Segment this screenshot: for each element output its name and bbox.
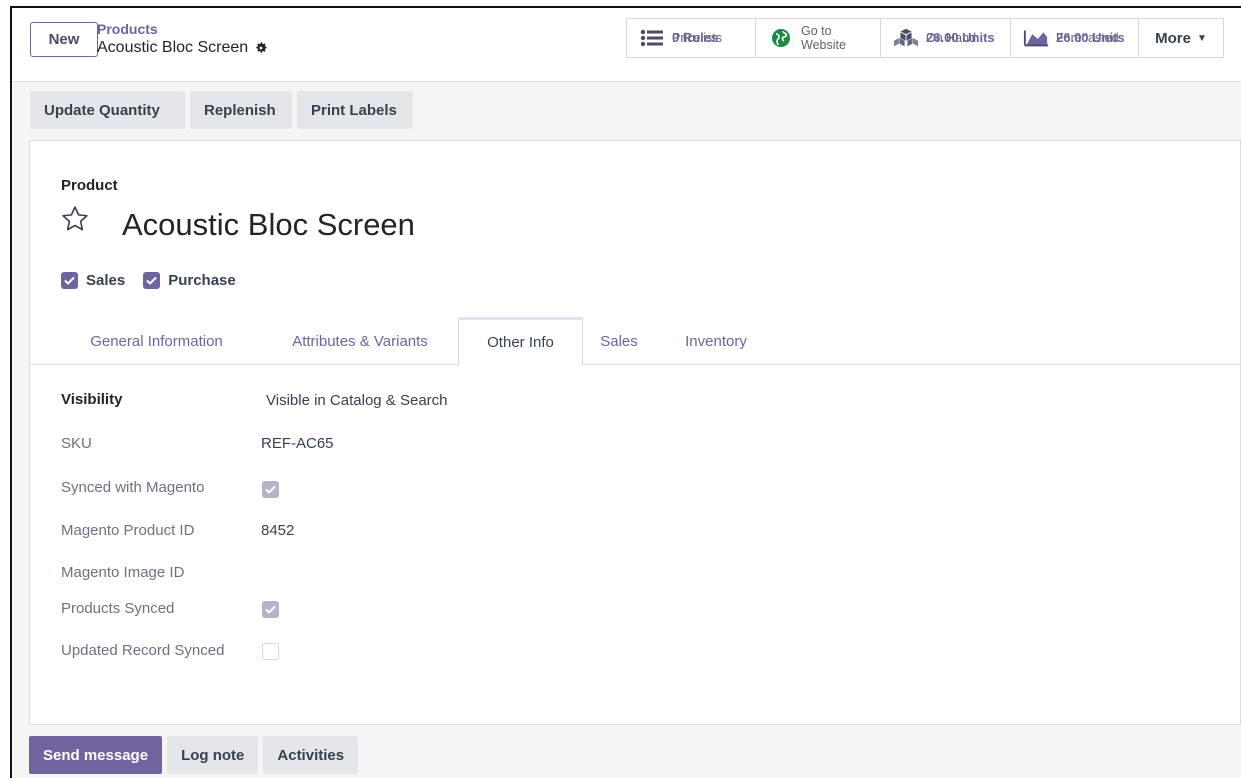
product-name[interactable]: Acoustic Bloc Screen	[122, 207, 415, 243]
check-icon	[265, 605, 276, 614]
purchase-checkbox[interactable]	[143, 272, 161, 289]
sales-label: Sales	[86, 272, 126, 289]
magento-product-id-value[interactable]: 8452	[261, 522, 294, 539]
stat-value: 26.00 Units	[926, 30, 995, 45]
send-message-button[interactable]: Send message	[29, 736, 163, 774]
star-icon[interactable]	[60, 204, 90, 234]
visibility-label: Visibility	[61, 391, 123, 408]
products-synced-checkbox[interactable]	[262, 601, 279, 618]
stat-pricelists[interactable]: Pricelists 0 Rules	[626, 18, 756, 58]
tab-inventory[interactable]: Inventory	[661, 317, 771, 365]
visibility-value[interactable]: Visible in Catalog & Search	[266, 392, 448, 409]
stat-value: Website	[801, 38, 846, 52]
updated-record-synced-checkbox[interactable]	[262, 643, 279, 660]
magento-product-id-label: Magento Product ID	[61, 522, 195, 539]
purchase-option: Purchase	[143, 272, 236, 289]
synced-magento-checkbox[interactable]	[262, 481, 279, 498]
new-button[interactable]: New	[30, 22, 98, 57]
synced-magento-label: Synced with Magento	[61, 479, 205, 496]
print-labels-button[interactable]: Print Labels	[297, 91, 413, 129]
log-note-button[interactable]: Log note	[167, 736, 259, 774]
purchase-label: Purchase	[168, 272, 236, 289]
caret-down-icon: ▼	[1196, 32, 1207, 44]
breadcrumb-products[interactable]: Products	[97, 21, 158, 37]
cubes-icon	[893, 27, 919, 49]
sales-option: Sales	[61, 272, 125, 289]
gear-icon[interactable]	[254, 41, 268, 55]
stat-value: 0 Rules	[672, 30, 719, 45]
stat-label: Go to	[801, 24, 832, 38]
breadcrumb-current-label: Acoustic Bloc Screen	[97, 39, 249, 56]
check-icon	[146, 276, 157, 285]
notebook-tabs: General Information Attributes & Variant…	[30, 317, 1241, 366]
check-icon	[265, 485, 276, 494]
activities-button[interactable]: Activities	[263, 736, 359, 774]
form-sheet: Product Acoustic Bloc Screen Sales Purch…	[29, 140, 1241, 725]
app-frame: New Products Acoustic Bloc Screen Pricel…	[10, 6, 1241, 778]
sales-checkbox[interactable]	[61, 272, 78, 289]
globe-icon	[768, 27, 794, 49]
tab-general-information[interactable]: General Information	[64, 317, 249, 365]
tab-attributes-variants[interactable]: Attributes & Variants	[265, 317, 455, 365]
stat-website[interactable]: Go to Website	[755, 18, 881, 58]
more-label: More	[1155, 29, 1191, 47]
check-icon	[64, 276, 75, 285]
update-quantity-button[interactable]: Update Quantity	[30, 91, 185, 129]
product-label: Product	[61, 177, 118, 194]
tab-sales[interactable]: Sales	[590, 317, 648, 365]
area-chart-icon	[1023, 27, 1049, 49]
chatter-bar: Send message Log note Activities	[29, 736, 359, 774]
replenish-button[interactable]: Replenish	[190, 91, 292, 129]
magento-image-id-label: Magento Image ID	[61, 564, 185, 581]
stat-value: 26.00 Units	[1056, 30, 1125, 45]
breadcrumb-current: Acoustic Bloc Screen	[97, 39, 268, 57]
list-icon	[639, 27, 665, 49]
sku-value[interactable]: REF-AC65	[261, 435, 334, 452]
product-options: Sales Purchase	[61, 272, 236, 289]
more-dropdown[interactable]: More ▼	[1138, 18, 1224, 58]
control-panel: New Products Acoustic Bloc Screen Pricel…	[12, 8, 1241, 82]
products-synced-label: Products Synced	[61, 600, 175, 617]
sku-label: SKU	[61, 435, 92, 452]
stat-on-hand[interactable]: On Hand 26.00 Units	[880, 18, 1011, 58]
stat-forecasted[interactable]: Forecasted 26.00 Units	[1010, 18, 1139, 58]
tab-other-info[interactable]: Other Info	[458, 317, 583, 366]
updated-record-synced-label: Updated Record Synced	[61, 642, 225, 659]
action-bar: Update Quantity Replenish Print Labels	[30, 91, 413, 129]
